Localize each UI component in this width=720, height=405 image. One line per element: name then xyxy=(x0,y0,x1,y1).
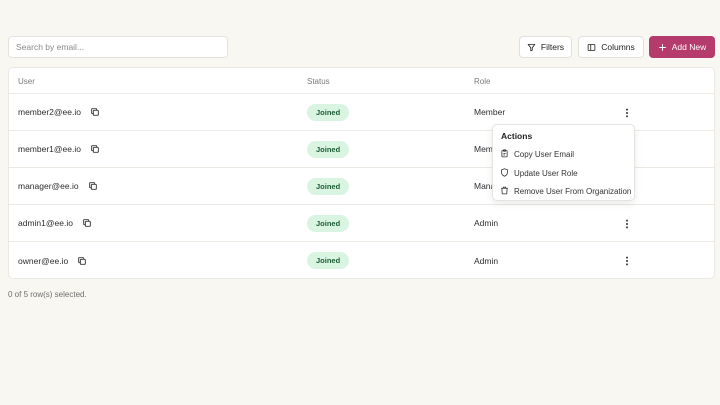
columns-button[interactable]: Columns xyxy=(578,36,644,58)
email-cell: member2@ee.io xyxy=(18,94,100,130)
plus-icon xyxy=(658,43,667,52)
menu-item-copy-email[interactable]: Copy User Email xyxy=(500,147,574,161)
status-badge: Joined xyxy=(307,104,350,121)
user-email: owner@ee.io xyxy=(18,255,69,266)
more-vertical-icon[interactable] xyxy=(621,255,633,267)
status-badge: Joined xyxy=(307,141,350,158)
actions-menu: Actions Copy User Email Update User Role… xyxy=(492,124,635,201)
table-row[interactable]: owner@ee.io Joined Admin xyxy=(9,242,714,279)
copy-icon[interactable] xyxy=(82,218,92,228)
selection-count: 0 of 5 row(s) selected. xyxy=(8,290,87,299)
header-user[interactable]: User xyxy=(18,77,35,86)
columns-icon xyxy=(587,43,596,52)
copy-icon[interactable] xyxy=(77,256,87,266)
more-vertical-icon[interactable] xyxy=(621,107,633,119)
email-cell: admin1@ee.io xyxy=(18,205,92,241)
copy-icon[interactable] xyxy=(90,144,100,154)
search-input[interactable] xyxy=(8,36,228,58)
menu-item-remove-user[interactable]: Remove User From Organization xyxy=(500,184,631,198)
menu-item-update-role[interactable]: Update User Role xyxy=(500,166,578,180)
user-email: manager@ee.io xyxy=(18,181,79,191)
copy-icon[interactable] xyxy=(90,107,100,117)
user-email: admin1@ee.io xyxy=(18,218,73,228)
menu-title: Actions xyxy=(501,131,533,141)
user-email: member1@ee.io xyxy=(18,144,81,154)
filter-icon xyxy=(527,43,536,52)
menu-item-label: Remove User From Organization xyxy=(514,186,632,196)
toolbar: Filters Columns Add New xyxy=(8,36,715,58)
add-new-button[interactable]: Add New xyxy=(649,36,715,58)
status-badge: Joined xyxy=(307,215,350,232)
header-status[interactable]: Status xyxy=(307,77,330,86)
columns-label: Columns xyxy=(601,42,635,52)
role-cell: Admin xyxy=(474,255,499,266)
status-badge: Joined xyxy=(307,178,350,195)
filters-button[interactable]: Filters xyxy=(519,36,572,58)
filters-label: Filters xyxy=(540,42,565,52)
table-row[interactable]: admin1@ee.io Joined Admin xyxy=(9,205,714,242)
user-email: member2@ee.io xyxy=(18,107,81,117)
more-vertical-icon[interactable] xyxy=(621,218,633,230)
table-header: User Status Role xyxy=(9,68,714,94)
menu-item-label: Copy User Email xyxy=(514,149,575,159)
menu-item-label: Update User Role xyxy=(514,168,578,178)
email-cell: owner@ee.io xyxy=(18,242,87,279)
add-new-label: Add New xyxy=(671,42,707,52)
role-cell: Admin xyxy=(474,218,499,228)
clipboard-icon xyxy=(500,148,509,160)
shield-icon xyxy=(500,167,509,179)
header-role[interactable]: Role xyxy=(474,77,490,86)
trash-icon xyxy=(500,186,509,197)
status-badge: Joined xyxy=(307,252,350,269)
email-cell: manager@ee.io xyxy=(18,168,98,204)
copy-icon[interactable] xyxy=(88,181,98,191)
email-cell: member1@ee.io xyxy=(18,131,100,167)
